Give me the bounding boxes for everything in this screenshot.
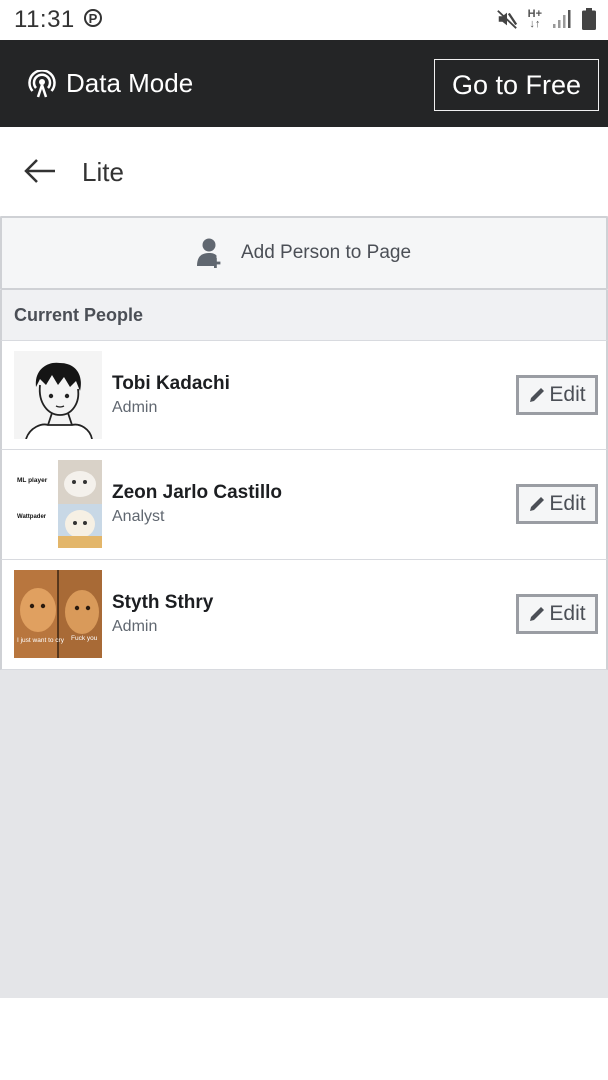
content-area: Add Person to Page Current People Tobi K… [0, 216, 608, 998]
avatar[interactable]: ML player Wattpader [14, 460, 102, 548]
current-people-label: Current People [14, 304, 144, 325]
parking-app-icon: P [84, 9, 102, 27]
avatar-caption-1: ML player [17, 477, 48, 484]
data-mode-label: Data Mode [66, 68, 194, 98]
status-time: 11:31 [14, 6, 75, 33]
cat-meme-avatar: ML player Wattpader [14, 460, 102, 548]
anime-boy-avatar [14, 351, 102, 439]
avatar-caption-2: Fuck you [71, 635, 98, 642]
edit-button[interactable]: Edit [516, 484, 598, 524]
page-header: Lite [0, 127, 608, 216]
avatar-caption-2: Wattpader [17, 514, 47, 520]
pencil-icon [530, 607, 545, 621]
data-mode-indicator[interactable]: Data Mode [28, 40, 193, 127]
person-name[interactable]: Styth Sthry [112, 592, 213, 614]
avatar-caption-1: I just want to cry [17, 637, 65, 644]
edit-label: Edit [549, 383, 586, 406]
page-title: Lite [82, 157, 124, 187]
avatar[interactable]: I just want to cry Fuck you [14, 570, 102, 658]
person-role: Admin [112, 399, 158, 416]
person-role: Admin [112, 618, 158, 635]
edit-label: Edit [549, 602, 586, 625]
signal-icon [553, 10, 571, 28]
add-person-label: Add Person to Page [240, 242, 412, 263]
status-bar: 11:31 P H+ ↓↑ [0, 0, 608, 40]
back-arrow-icon[interactable] [22, 153, 58, 189]
crying-cat-avatar: I just want to cry Fuck you [14, 570, 102, 658]
person-row: I just want to cry Fuck you Styth Sthry … [0, 560, 608, 670]
pencil-icon [530, 388, 545, 402]
add-person-button[interactable]: Add Person to Page [0, 216, 608, 290]
person-role: Analyst [112, 508, 165, 525]
battery-icon [582, 8, 596, 30]
network-type-icon: H+ ↓↑ [528, 9, 542, 30]
person-row: ML player Wattpader Zeon Jarlo Castillo … [0, 450, 608, 560]
edit-button[interactable]: Edit [516, 375, 598, 415]
person-row: Tobi Kadachi Admin Edit [0, 340, 608, 450]
status-icons: H+ ↓↑ [496, 8, 596, 30]
avatar[interactable] [14, 351, 102, 439]
mute-icon [496, 10, 517, 29]
edit-label: Edit [549, 492, 586, 515]
antenna-icon [28, 69, 56, 97]
edit-button[interactable]: Edit [516, 594, 598, 634]
people-list: Tobi Kadachi Admin Edit ML player Wattpa… [0, 340, 608, 670]
go-to-free-button[interactable]: Go to Free [434, 59, 599, 111]
add-person-icon [196, 238, 221, 268]
pencil-icon [530, 497, 545, 511]
data-mode-bar: Data Mode Go to Free [0, 40, 608, 127]
person-name[interactable]: Tobi Kadachi [112, 373, 230, 395]
person-name[interactable]: Zeon Jarlo Castillo [112, 482, 282, 504]
network-arrows: ↓↑ [529, 18, 541, 30]
bottom-area [0, 998, 608, 1080]
current-people-header: Current People [0, 290, 608, 340]
